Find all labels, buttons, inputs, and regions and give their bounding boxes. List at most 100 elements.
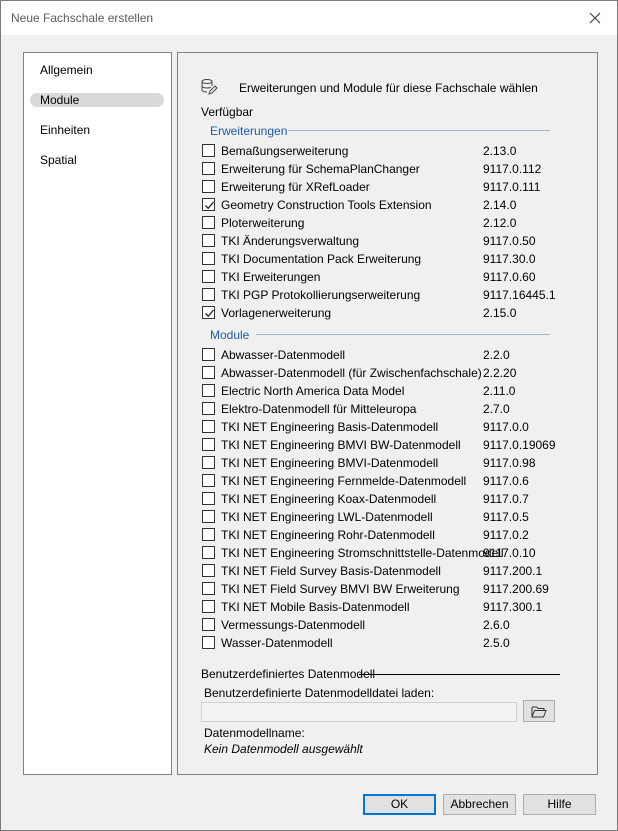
database-edit-icon	[201, 79, 218, 95]
custom-file-label: Benutzerdefinierte Datenmodelldatei lade…	[204, 686, 435, 700]
category-nav: Allgemein Module Einheiten Spatial	[23, 52, 172, 775]
custom-model-divider	[359, 674, 560, 675]
checkbox[interactable]	[202, 288, 215, 301]
checkbox[interactable]	[202, 384, 215, 397]
close-icon	[589, 12, 601, 24]
item-version: 9117.300.1	[483, 600, 543, 614]
item-version: 9117.200.69	[483, 582, 549, 596]
list-item[interactable]: Erweiterung für SchemaPlanChanger 9117.0.…	[202, 159, 572, 177]
checkbox[interactable]	[202, 600, 215, 613]
help-button[interactable]: Hilfe	[523, 794, 596, 815]
list-item[interactable]: Geometry Construction Tools Extension 2.1…	[202, 195, 572, 213]
list-item[interactable]: TKI NET Engineering Basis-Datenmodell 911…	[202, 417, 572, 435]
cancel-button[interactable]: Abbrechen	[443, 794, 516, 815]
checkbox[interactable]	[202, 198, 215, 211]
list-item[interactable]: Elektro-Datenmodell für Mitteleuropa 2.7.…	[202, 399, 572, 417]
list-item[interactable]: Vorlagenerweiterung 2.15.0	[202, 303, 572, 321]
close-button[interactable]	[573, 1, 617, 35]
browse-file-button[interactable]	[523, 700, 555, 722]
list-item[interactable]: Ploterweiterung 2.12.0	[202, 213, 572, 231]
checkbox[interactable]	[202, 492, 215, 505]
checkmark-icon	[205, 309, 214, 318]
nav-item-spatial[interactable]: Spatial	[30, 153, 164, 167]
list-item[interactable]: TKI PGP Protokollierungserweiterung 9117.…	[202, 285, 572, 303]
item-version: 2.2.20	[483, 366, 517, 380]
ok-button[interactable]: OK	[363, 794, 436, 815]
checkbox[interactable]	[202, 438, 215, 451]
item-version: 9117.0.111	[483, 180, 541, 194]
list-item[interactable]: TKI NET Mobile Basis-Datenmodell 9117.300…	[202, 597, 572, 615]
checkbox[interactable]	[202, 564, 215, 577]
list-item[interactable]: Abwasser-Datenmodell 2.2.0	[202, 345, 572, 363]
list-item[interactable]: Abwasser-Datenmodell (für Zwischenfachsc…	[202, 363, 572, 381]
nav-item-einheiten[interactable]: Einheiten	[30, 123, 164, 137]
list-item[interactable]: Electric North America Data Model 2.11.0	[202, 381, 572, 399]
checkbox[interactable]	[202, 180, 215, 193]
list-item[interactable]: TKI Documentation Pack Erweiterung 9117.3…	[202, 249, 572, 267]
list-item[interactable]: TKI NET Field Survey Basis-Datenmodell 91…	[202, 561, 572, 579]
item-version: 9117.0.50	[483, 234, 536, 248]
checkbox[interactable]	[202, 234, 215, 247]
item-version: 9117.16445.1	[483, 288, 556, 302]
item-label: TKI NET Engineering LWL-Datenmodell	[221, 510, 433, 524]
checkbox[interactable]	[202, 144, 215, 157]
extensions-section-divider	[288, 130, 550, 131]
list-item[interactable]: Erweiterung für XRefLoader 9117.0.111	[202, 177, 572, 195]
list-item[interactable]: TKI NET Field Survey BMVI BW Erweiterung…	[202, 579, 572, 597]
list-item[interactable]: TKI NET Engineering Stromschnittstelle-D…	[202, 543, 572, 561]
model-name-value: Kein Datenmodell ausgewählt	[204, 742, 363, 756]
list-item[interactable]: TKI Erweiterungen 9117.0.60	[202, 267, 572, 285]
list-item[interactable]: Bemaßungserweiterung 2.13.0	[202, 141, 572, 159]
panel-header: Erweiterungen und Module für diese Fachs…	[239, 81, 538, 95]
list-item[interactable]: TKI NET Engineering Fernmelde-Datenmodel…	[202, 471, 572, 489]
item-version: 2.7.0	[483, 402, 510, 416]
item-version: 2.13.0	[483, 144, 517, 158]
checkbox[interactable]	[202, 510, 215, 523]
nav-item-allgemein[interactable]: Allgemein	[30, 63, 164, 77]
checkbox[interactable]	[202, 216, 215, 229]
item-label: Erweiterung für XRefLoader	[221, 180, 370, 194]
checkbox[interactable]	[202, 636, 215, 649]
item-version: 9117.30.0	[483, 252, 536, 266]
list-item[interactable]: TKI NET Engineering BMVI-Datenmodell 9117…	[202, 453, 572, 471]
checkbox[interactable]	[202, 348, 215, 361]
checkbox[interactable]	[202, 162, 215, 175]
window-title: Neue Fachschale erstellen	[11, 11, 154, 25]
item-label: Wasser-Datenmodell	[221, 636, 333, 650]
checkbox[interactable]	[202, 252, 215, 265]
checkbox[interactable]	[202, 420, 215, 433]
list-item[interactable]: TKI NET Engineering BMVI BW-Datenmodell 9…	[202, 435, 572, 453]
item-label: Erweiterung für SchemaPlanChanger	[221, 162, 420, 176]
list-item[interactable]: TKI NET Engineering LWL-Datenmodell 9117.…	[202, 507, 572, 525]
checkbox[interactable]	[202, 582, 215, 595]
item-label: TKI NET Engineering Koax-Datenmodell	[221, 492, 437, 506]
item-label: TKI PGP Protokollierungserweiterung	[221, 288, 421, 302]
checkbox[interactable]	[202, 456, 215, 469]
checkbox[interactable]	[202, 402, 215, 415]
list-item[interactable]: Wasser-Datenmodell 2.5.0	[202, 633, 572, 651]
list-item[interactable]: TKI NET Engineering Rohr-Datenmodell 9117…	[202, 525, 572, 543]
checkbox[interactable]	[202, 474, 215, 487]
nav-item-module[interactable]: Module	[30, 93, 164, 107]
list-item[interactable]: TKI NET Engineering Koax-Datenmodell 9117…	[202, 489, 572, 507]
list-item[interactable]: Vermessungs-Datenmodell 2.6.0	[202, 615, 572, 633]
folder-open-icon	[531, 706, 547, 717]
list-item[interactable]: TKI Änderungsverwaltung 9117.0.50	[202, 231, 572, 249]
item-label: TKI NET Engineering Fernmelde-Datenmodel…	[221, 474, 467, 488]
checkbox[interactable]	[202, 618, 215, 631]
checkbox[interactable]	[202, 546, 215, 559]
checkbox[interactable]	[202, 528, 215, 541]
item-version: 9117.0.5	[483, 510, 529, 524]
item-label: TKI NET Field Survey BMVI BW Erweiterung	[221, 582, 460, 596]
checkbox[interactable]	[202, 306, 215, 319]
item-version: 2.14.0	[483, 198, 517, 212]
item-version: 9117.0.6	[483, 474, 529, 488]
item-version: 2.6.0	[483, 618, 510, 632]
item-label: TKI NET Mobile Basis-Datenmodell	[221, 600, 410, 614]
item-version: 9117.0.60	[483, 270, 536, 284]
custom-file-input[interactable]	[201, 702, 517, 722]
item-version: 2.5.0	[483, 636, 510, 650]
item-label: Vorlagenerweiterung	[221, 306, 332, 320]
checkbox[interactable]	[202, 366, 215, 379]
checkbox[interactable]	[202, 270, 215, 283]
